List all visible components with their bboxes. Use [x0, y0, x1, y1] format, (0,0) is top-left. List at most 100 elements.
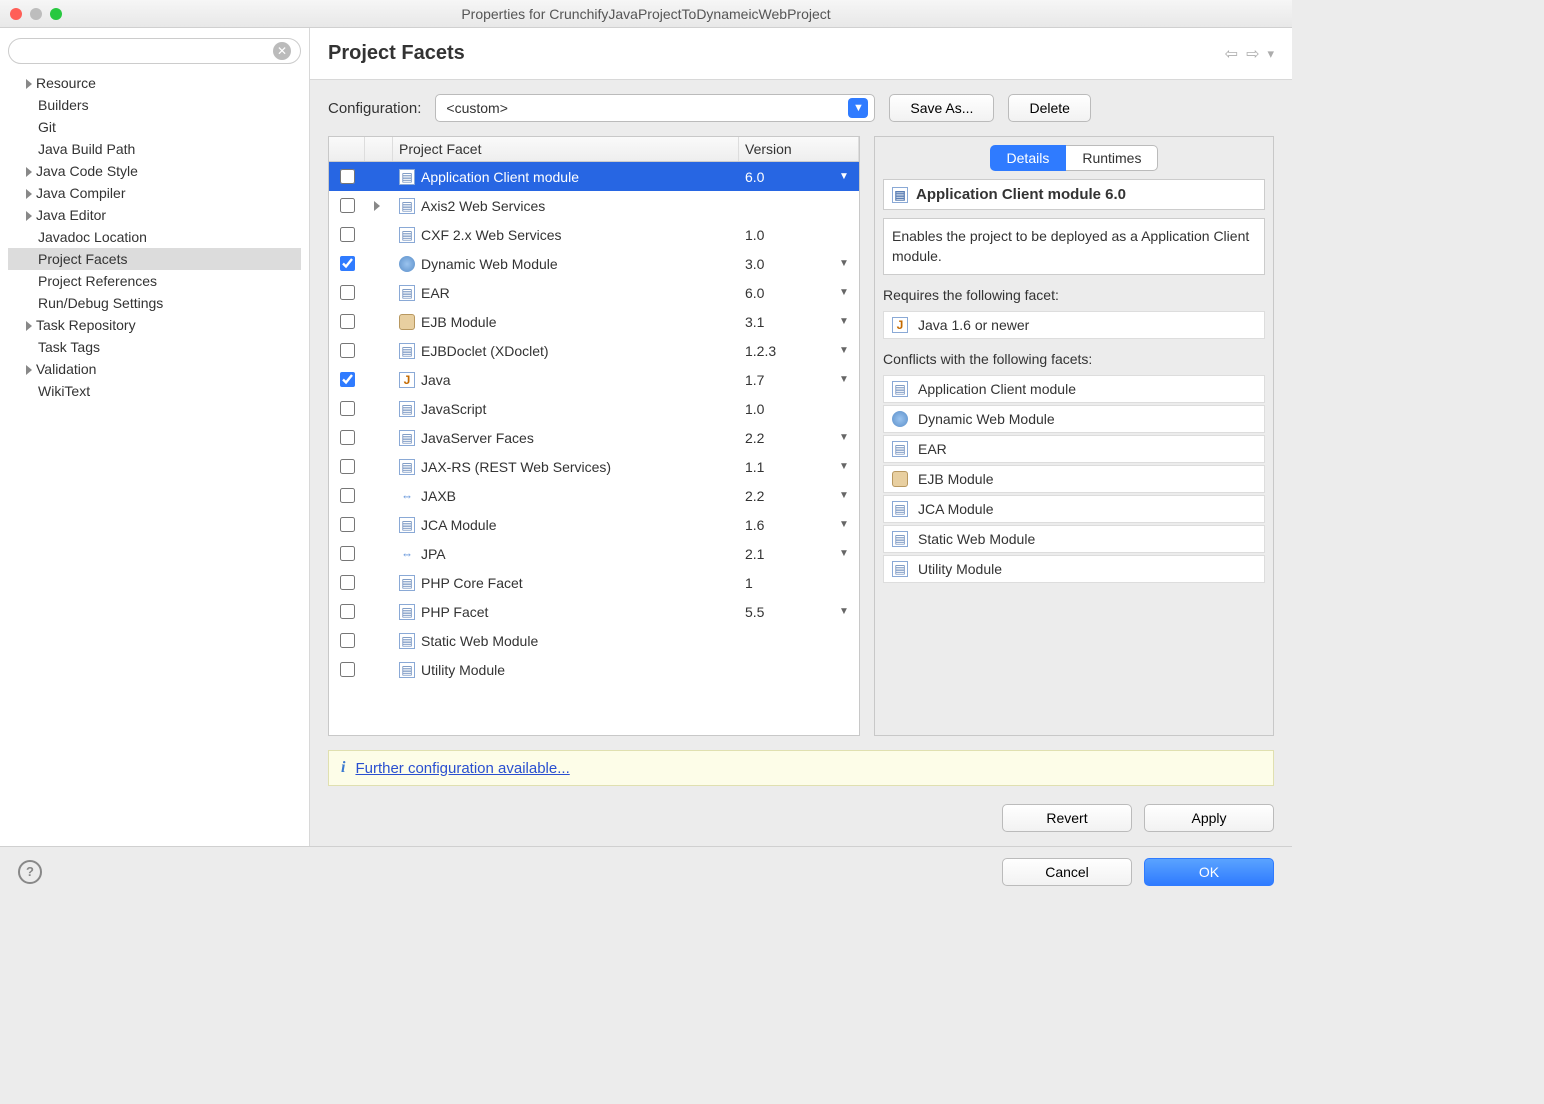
table-row[interactable]: EJB Module3.1▼ [329, 307, 859, 336]
facet-name: Utility Module [421, 662, 505, 678]
table-row[interactable]: ⇔JPA2.1▼ [329, 539, 859, 568]
table-row[interactable]: ▤JavaServer Faces2.2▼ [329, 423, 859, 452]
sidebar-item-builders[interactable]: Builders [8, 94, 301, 116]
facet-checkbox[interactable] [340, 256, 355, 271]
sidebar-item-validation[interactable]: Validation [8, 358, 301, 380]
facet-checkbox[interactable] [340, 488, 355, 503]
facet-checkbox[interactable] [340, 430, 355, 445]
sidebar-item-project-facets[interactable]: Project Facets [8, 248, 301, 270]
table-row[interactable]: ▤Utility Module [329, 655, 859, 684]
version-dropdown[interactable]: ▼ [829, 548, 859, 559]
sidebar-item-task-tags[interactable]: Task Tags [8, 336, 301, 358]
list-item: ▤Application Client module [883, 375, 1265, 403]
ok-button[interactable]: OK [1144, 858, 1274, 886]
version-dropdown[interactable]: ▼ [829, 171, 859, 182]
facet-checkbox[interactable] [340, 343, 355, 358]
apply-button[interactable]: Apply [1144, 804, 1274, 832]
table-row[interactable]: Dynamic Web Module3.0▼ [329, 249, 859, 278]
sidebar-item-resource[interactable]: Resource [8, 72, 301, 94]
table-row[interactable]: ▤PHP Core Facet1 [329, 568, 859, 597]
version-dropdown[interactable]: ▼ [829, 258, 859, 269]
version-dropdown[interactable]: ▼ [829, 519, 859, 530]
version-dropdown[interactable]: ▼ [829, 345, 859, 356]
java-icon: J [399, 372, 415, 388]
help-icon[interactable]: ? [18, 860, 42, 884]
sidebar-item-java-build-path[interactable]: Java Build Path [8, 138, 301, 160]
facet-checkbox[interactable] [340, 517, 355, 532]
save-as-button[interactable]: Save As... [889, 94, 994, 122]
facet-version: 3.0 [739, 256, 829, 272]
facet-name: CXF 2.x Web Services [421, 227, 562, 243]
jar-icon [399, 314, 415, 330]
titlebar: Properties for CrunchifyJavaProjectToDyn… [0, 0, 1292, 28]
java-icon: J [892, 317, 908, 333]
facet-checkbox[interactable] [340, 575, 355, 590]
version-dropdown[interactable]: ▼ [829, 432, 859, 443]
sidebar-item-wikitext[interactable]: WikiText [8, 380, 301, 402]
version-dropdown[interactable]: ▼ [829, 287, 859, 298]
table-row[interactable]: ▤PHP Facet5.5▼ [329, 597, 859, 626]
table-row[interactable]: JJava1.7▼ [329, 365, 859, 394]
sidebar-item-java-code-style[interactable]: Java Code Style [8, 160, 301, 182]
table-row[interactable]: ▤Application Client module6.0▼ [329, 162, 859, 191]
version-dropdown[interactable]: ▼ [829, 490, 859, 501]
tab-details[interactable]: Details [990, 145, 1067, 171]
expand-icon[interactable] [374, 201, 380, 211]
sidebar-item-javadoc-location[interactable]: Javadoc Location [8, 226, 301, 248]
facet-checkbox[interactable] [340, 285, 355, 300]
expand-icon [26, 189, 32, 199]
sidebar-item-task-repository[interactable]: Task Repository [8, 314, 301, 336]
facet-checkbox[interactable] [340, 546, 355, 561]
table-row[interactable]: ▤Axis2 Web Services [329, 191, 859, 220]
facet-name: JCA Module [421, 517, 496, 533]
tab-runtimes[interactable]: Runtimes [1066, 145, 1158, 171]
version-dropdown[interactable]: ▼ [829, 374, 859, 385]
col-version[interactable]: Version [739, 137, 859, 161]
menu-icon[interactable]: ▾ [1267, 46, 1274, 62]
clear-filter-icon[interactable]: ✕ [273, 42, 291, 60]
version-dropdown[interactable]: ▼ [829, 606, 859, 617]
facet-checkbox[interactable] [340, 198, 355, 213]
facet-checkbox[interactable] [340, 401, 355, 416]
facet-checkbox[interactable] [340, 314, 355, 329]
facet-name: Application Client module [421, 169, 579, 185]
table-row[interactable]: ▤Static Web Module [329, 626, 859, 655]
facet-checkbox[interactable] [340, 662, 355, 677]
col-facet[interactable]: Project Facet [393, 137, 739, 161]
details-panel: Details Runtimes ▤ Application Client mo… [874, 136, 1274, 736]
revert-button[interactable]: Revert [1002, 804, 1132, 832]
further-config-link[interactable]: Further configuration available... [355, 760, 569, 777]
filter-input[interactable] [8, 38, 301, 64]
version-dropdown[interactable]: ▼ [829, 316, 859, 327]
facet-checkbox[interactable] [340, 372, 355, 387]
forward-icon[interactable]: ⇨ [1246, 44, 1259, 64]
details-tabs: Details Runtimes [883, 145, 1265, 171]
facet-name: JPA [421, 546, 446, 562]
sidebar-item-git[interactable]: Git [8, 116, 301, 138]
sidebar-item-java-compiler[interactable]: Java Compiler [8, 182, 301, 204]
sidebar-item-run-debug-settings[interactable]: Run/Debug Settings [8, 292, 301, 314]
cancel-button[interactable]: Cancel [1002, 858, 1132, 886]
xml-icon: ⇔ [399, 546, 415, 562]
table-row[interactable]: ⇔JAXB2.2▼ [329, 481, 859, 510]
table-row[interactable]: ▤EJBDoclet (XDoclet)1.2.3▼ [329, 336, 859, 365]
facet-version: 1.0 [739, 227, 829, 243]
sidebar-item-project-references[interactable]: Project References [8, 270, 301, 292]
facet-checkbox[interactable] [340, 227, 355, 242]
expand-icon [26, 321, 32, 331]
delete-button[interactable]: Delete [1008, 94, 1090, 122]
table-row[interactable]: ▤CXF 2.x Web Services1.0 [329, 220, 859, 249]
facet-checkbox[interactable] [340, 633, 355, 648]
doc-icon: ▤ [892, 561, 908, 577]
table-row[interactable]: ▤JAX-RS (REST Web Services)1.1▼ [329, 452, 859, 481]
version-dropdown[interactable]: ▼ [829, 461, 859, 472]
table-row[interactable]: ▤JCA Module1.6▼ [329, 510, 859, 539]
table-row[interactable]: ▤JavaScript1.0 [329, 394, 859, 423]
sidebar-item-java-editor[interactable]: Java Editor [8, 204, 301, 226]
facet-checkbox[interactable] [340, 604, 355, 619]
facet-checkbox[interactable] [340, 459, 355, 474]
back-icon[interactable]: ⇦ [1225, 44, 1238, 64]
facet-checkbox[interactable] [340, 169, 355, 184]
table-row[interactable]: ▤EAR6.0▼ [329, 278, 859, 307]
configuration-select[interactable]: <custom> ▼ [435, 94, 875, 122]
